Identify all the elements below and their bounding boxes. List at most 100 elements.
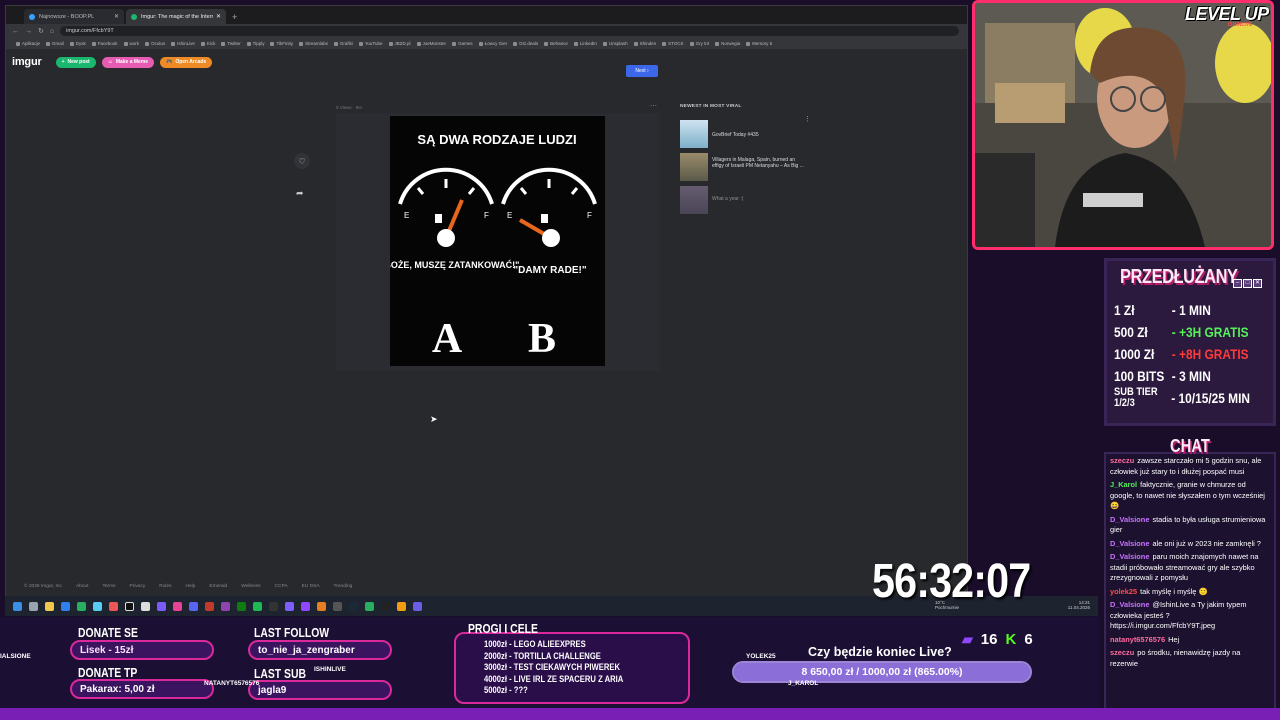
favorite-heart-icon[interactable]: ♡ (294, 153, 310, 169)
forward-icon[interactable]: → (25, 28, 32, 35)
chat-username[interactable]: yolek25 (1110, 587, 1137, 596)
imgur-logo[interactable]: imgur (12, 56, 42, 68)
bookmark-item[interactable]: Aplikacje (16, 41, 40, 46)
xbox-icon[interactable] (237, 601, 246, 611)
app-icon[interactable] (61, 601, 70, 611)
footer-link[interactable]: CCPA (275, 584, 288, 589)
footer-link[interactable]: Trending (334, 584, 353, 589)
bookmark-item[interactable]: YouTube (358, 41, 383, 46)
bookmark-item[interactable]: Unsplash (602, 41, 628, 46)
bookmark-item[interactable]: Memory 5 (746, 41, 772, 46)
taskbar-clock[interactable]: 14:31 11.04.2026 (1068, 600, 1090, 610)
footer-link[interactable]: Terms (102, 584, 115, 589)
bookmark-item[interactable]: Facebook (91, 41, 118, 46)
url-field[interactable]: imgur.com/FfcbY9T (60, 26, 959, 36)
app-icon[interactable] (333, 601, 342, 611)
close-icon[interactable]: ✕ (114, 13, 119, 20)
chat-username[interactable]: D_Valsione (1110, 600, 1149, 609)
chat-username[interactable]: szeczu (1110, 648, 1134, 657)
bookmark-item[interactable]: TikFinity (270, 41, 293, 46)
bookmark-item[interactable]: Grafiki (333, 41, 353, 46)
open-arcade-button[interactable]: 🎮 Open Arcade (160, 56, 213, 68)
bookmark-item[interactable]: Twitter (221, 41, 241, 46)
chat-username[interactable]: D_Valsione (1110, 552, 1149, 561)
bookmark-item[interactable]: Shinden (633, 41, 656, 46)
spotify-icon[interactable] (253, 601, 262, 611)
close-icon[interactable]: ✕ (216, 13, 221, 20)
app-icon[interactable] (141, 601, 150, 611)
app-icon[interactable] (173, 601, 182, 611)
footer-link[interactable]: Help (186, 584, 196, 589)
viral-thumbnail (680, 120, 708, 148)
bookmark-item[interactable]: Games (452, 41, 473, 46)
new-post-button[interactable]: + New post (55, 56, 96, 68)
bookmark-item[interactable]: GG.deals (513, 41, 538, 46)
chat-username[interactable]: J_Karol (1110, 480, 1137, 489)
bookmark-item[interactable]: Łowcy Gier (478, 41, 507, 46)
bookmark-item[interactable]: Gmail (46, 41, 64, 46)
app-icon[interactable] (381, 601, 390, 611)
chat-username[interactable]: D_Valsione (1110, 539, 1149, 548)
viral-item[interactable]: Villagers in Malaga, Spain, burned an ef… (680, 153, 808, 183)
meme-image[interactable]: SĄ DWA RODZAJE LUDZI E F E F OŻE, MUSZĘ … (371, 116, 605, 366)
next-post-button[interactable]: Next › (626, 65, 658, 77)
chat-username[interactable]: D_Valsione (1110, 515, 1149, 524)
chrome-icon[interactable] (397, 601, 406, 611)
bookmark-item[interactable]: Gry tnt (689, 41, 709, 46)
footer-link[interactable]: About (76, 584, 89, 589)
bookmark-item[interactable]: Norwegia (715, 41, 740, 46)
bookmark-item[interactable]: IshinLive (171, 41, 195, 46)
viral-item[interactable]: GovBrief Today #435 (680, 120, 808, 150)
app-icon[interactable] (157, 601, 166, 611)
browser-tab-imgur[interactable]: Imgur: The magic of the Internet ✕ (126, 9, 226, 24)
bookmark-item[interactable]: JBZD.pl (388, 41, 411, 46)
footer-link[interactable]: EU DSA (302, 584, 320, 589)
app-icon[interactable] (93, 601, 102, 611)
browser-tab-boop[interactable]: Najnowsze - BOOP.PL ✕ (24, 9, 124, 24)
chat-username[interactable]: szeczu (1110, 456, 1134, 465)
new-tab-button[interactable]: + (228, 9, 241, 24)
home-icon[interactable]: ⌂ (50, 28, 54, 35)
app-icon[interactable] (365, 601, 374, 611)
make-meme-button[interactable]: ☺ Make a Meme (101, 56, 155, 68)
store-icon[interactable] (77, 601, 86, 611)
back-icon[interactable]: ← (12, 28, 19, 35)
app-icon[interactable] (109, 601, 118, 611)
bookmark-item[interactable]: Dysk (69, 41, 86, 46)
more-options-icon[interactable]: ⋯ (650, 102, 657, 110)
app-icon[interactable] (125, 601, 134, 611)
app-icon[interactable] (221, 601, 230, 611)
bookmark-item[interactable]: work (123, 41, 139, 46)
reload-icon[interactable]: ↻ (38, 27, 44, 35)
bookmark-item[interactable]: Kick (200, 41, 215, 46)
bookmark-item[interactable]: Tipply (246, 41, 264, 46)
viral-item[interactable]: What a year :) (680, 186, 808, 216)
bookmark-item[interactable]: JoeMonster (416, 41, 446, 46)
app-icon[interactable] (285, 601, 294, 611)
bookmark-item[interactable]: Oculus (145, 41, 165, 46)
bookmark-item[interactable]: Streamlabs (299, 41, 328, 46)
footer-link[interactable]: Rules (159, 584, 171, 589)
app-icon[interactable] (317, 601, 326, 611)
bookmark-item[interactable]: Behance (544, 41, 568, 46)
twitch-icon[interactable] (301, 601, 310, 611)
search-icon[interactable] (29, 601, 38, 611)
bookmark-label: IshinLive (177, 41, 195, 46)
panel-window-buttons: – □ ✕ (1233, 279, 1262, 288)
footer-link[interactable]: Privacy (130, 584, 146, 589)
app-icon[interactable] (413, 601, 422, 611)
bookmark-icon (452, 41, 457, 46)
steam-icon[interactable] (349, 601, 358, 611)
footer-link[interactable]: Emerald (209, 584, 227, 589)
start-icon[interactable] (13, 601, 22, 611)
app-icon[interactable] (205, 601, 214, 611)
obs-icon[interactable] (269, 601, 278, 611)
folder-icon[interactable] (45, 601, 54, 611)
bookmark-item[interactable]: STOCK (662, 41, 684, 46)
chat-username[interactable]: natanyt6576576 (1110, 635, 1165, 644)
bookmark-item[interactable]: LinkedIn (573, 41, 597, 46)
footer-link[interactable]: Wellness (241, 584, 260, 589)
share-arrow-icon[interactable]: ➦ (296, 188, 304, 199)
extension-row-amount: 1 Zł (1114, 302, 1135, 318)
discord-icon[interactable] (189, 601, 198, 611)
